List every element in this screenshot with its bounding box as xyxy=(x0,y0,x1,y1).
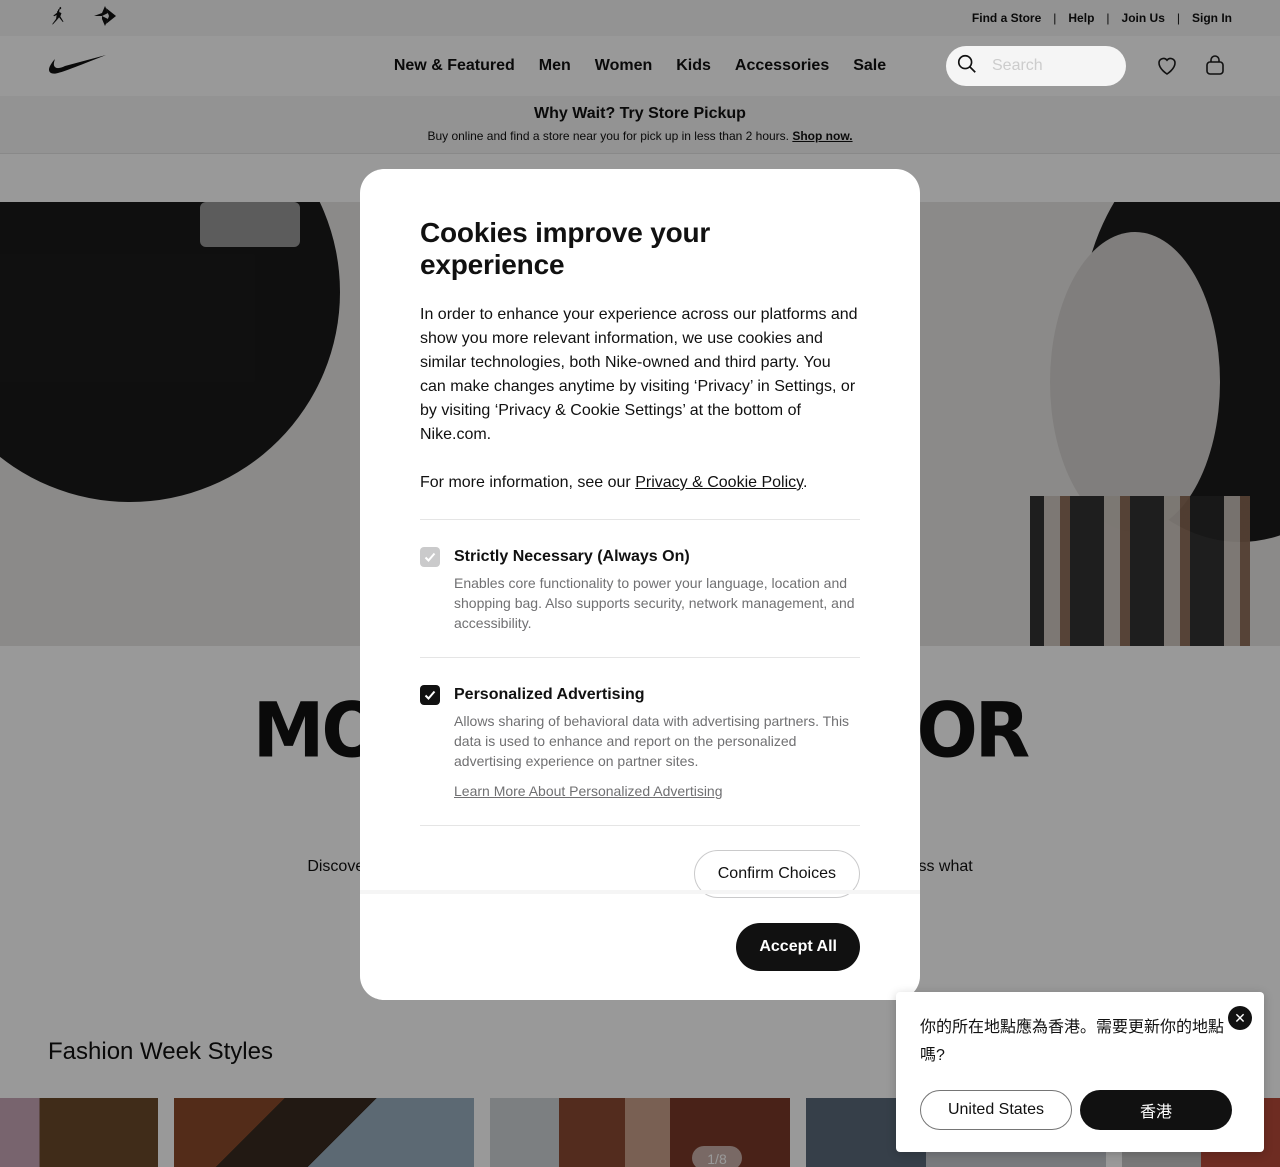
cookie-consent-modal: Cookies improve your experience In order… xyxy=(360,169,920,1000)
switch-hong-kong-button[interactable]: 香港 xyxy=(1080,1090,1232,1130)
privacy-policy-link[interactable]: Privacy & Cookie Policy xyxy=(635,474,803,491)
search-input[interactable]: Search xyxy=(946,46,1126,86)
modal-footer: Accept All xyxy=(360,890,920,1000)
more-info-text: For more information, see our Privacy & … xyxy=(420,471,860,495)
accept-all-button[interactable]: Accept All xyxy=(736,923,860,971)
option-strictly-necessary: Strictly Necessary (Always On) Enables c… xyxy=(420,520,860,657)
nav-actions: Search xyxy=(946,46,1232,86)
learn-more-advertising-link[interactable]: Learn More About Personalized Advertisin… xyxy=(454,783,723,799)
search-placeholder: Search xyxy=(992,57,1043,74)
option-description: Enables core functionality to power your… xyxy=(454,575,855,631)
more-info-suffix: . xyxy=(802,474,808,491)
modal-description: In order to enhance your experience acro… xyxy=(420,306,858,443)
location-popup: 你的所在地點應為香港。需要更新你的地點嗎? ✕ United States 香港 xyxy=(896,992,1264,1152)
confirm-row: Confirm Choices xyxy=(420,826,860,898)
shopping-bag-icon[interactable] xyxy=(1198,49,1232,83)
close-icon[interactable]: ✕ xyxy=(1228,1006,1252,1030)
favorites-heart-icon[interactable] xyxy=(1150,49,1184,83)
stay-united-states-button[interactable]: United States xyxy=(920,1090,1072,1130)
personalized-advertising-checkbox[interactable] xyxy=(420,685,440,705)
option-title: Strictly Necessary (Always On) xyxy=(454,548,690,565)
strictly-necessary-checkbox xyxy=(420,547,440,567)
search-icon[interactable] xyxy=(956,53,978,80)
location-message: 你的所在地點應為香港。需要更新你的地點嗎? xyxy=(920,1019,1225,1064)
modal-title: Cookies improve your experience xyxy=(420,217,711,280)
more-info-prefix: For more information, see our xyxy=(420,474,636,491)
location-buttons: United States 香港 xyxy=(920,1090,1240,1130)
option-title: Personalized Advertising xyxy=(454,686,645,703)
option-personalized-advertising: Personalized Advertising Allows sharing … xyxy=(420,658,860,825)
option-description: Allows sharing of behavioral data with a… xyxy=(454,713,850,769)
modal-body: In order to enhance your experience acro… xyxy=(420,303,860,495)
